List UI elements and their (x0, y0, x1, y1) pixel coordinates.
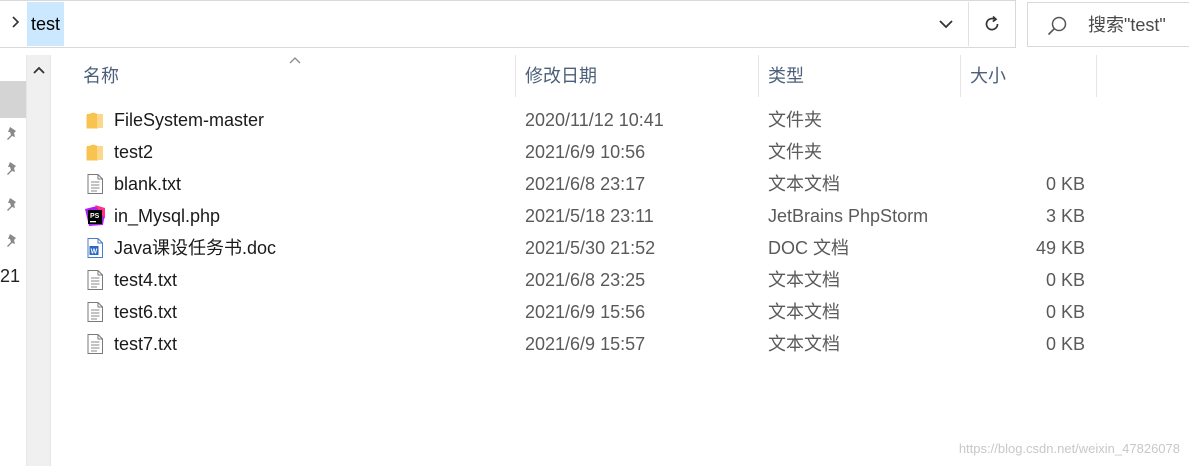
file-size: 0 KB (1045, 174, 1085, 194)
pin-icon (7, 162, 16, 175)
file-size: 3 KB (1045, 206, 1085, 226)
refresh-button[interactable] (968, 2, 1014, 46)
file-modified-date: 2021/6/8 23:25 (525, 270, 646, 290)
file-list: FileSystem-master 2020/11/12 10:41 文件夹 test… (52, 104, 1189, 360)
search-placeholder: 搜索"test" (1088, 15, 1166, 35)
column-header-size[interactable]: 大小 (961, 55, 1097, 97)
text-file-icon (85, 333, 105, 355)
file-modified-date: 2021/5/30 21:52 (525, 238, 656, 258)
folder-icon (85, 141, 105, 163)
chevron-down-icon (939, 20, 953, 29)
file-row[interactable]: test2 2021/6/9 10:56 文件夹 (52, 136, 1189, 168)
search-input[interactable]: 搜索"test" (1027, 2, 1189, 47)
file-name[interactable]: test7.txt (114, 328, 177, 360)
file-size: 49 KB (1035, 238, 1085, 258)
column-header-row: 名称 修改日期 类型 大小 (52, 55, 1189, 97)
column-header-date[interactable]: 修改日期 (516, 55, 759, 97)
navigation-pane[interactable]: 21 (0, 48, 26, 466)
file-type: JetBrains PhpStorm (768, 206, 929, 226)
chevron-up-icon (32, 66, 45, 74)
file-modified-date: 2021/6/9 10:56 (525, 142, 646, 162)
refresh-icon (985, 15, 998, 31)
file-modified-date: 2021/6/9 15:57 (525, 334, 646, 354)
file-row[interactable]: test7.txt 2021/6/9 15:57 文本文档 0 KB (52, 328, 1189, 360)
nav-item-partial-text[interactable]: 21 (0, 266, 20, 287)
file-size: 0 KB (1045, 270, 1085, 290)
file-type: 文本文档 (768, 270, 840, 290)
breadcrumb-chevron-icon[interactable] (6, 14, 24, 34)
svg-text:W: W (91, 249, 98, 256)
file-name[interactable]: Java课设任务书.doc (114, 232, 276, 264)
file-modified-date: 2021/6/9 15:56 (525, 302, 646, 322)
file-name[interactable]: in_Mysql.php (114, 200, 220, 232)
column-header-name[interactable]: 名称 (74, 55, 516, 97)
file-row[interactable]: PS in_Mysql.php 2021/5/18 23:11 JetBrains P… (52, 200, 1189, 232)
file-name[interactable]: test6.txt (114, 296, 177, 328)
phpstorm-icon: PS (85, 205, 105, 227)
file-modified-date: 2021/5/18 23:11 (525, 206, 654, 226)
scroll-up-button[interactable] (27, 55, 50, 85)
file-name[interactable]: FileSystem-master (114, 104, 264, 136)
file-type: 文件夹 (768, 110, 822, 130)
file-size: 0 KB (1045, 302, 1085, 322)
file-row[interactable]: blank.txt 2021/6/8 23:17 文本文档 0 KB (52, 168, 1189, 200)
file-type: 文本文档 (768, 334, 840, 354)
file-size (961, 104, 1085, 136)
text-file-icon (85, 301, 105, 323)
file-row[interactable]: test6.txt 2021/6/9 15:56 文本文档 0 KB (52, 296, 1189, 328)
text-file-icon (85, 173, 105, 195)
file-row[interactable]: test4.txt 2021/6/8 23:25 文本文档 0 KB (52, 264, 1189, 296)
pin-icon (7, 234, 16, 247)
nav-scrollbar[interactable] (26, 55, 51, 466)
search-icon (1047, 16, 1067, 36)
pin-icon (7, 198, 16, 211)
breadcrumb-current-folder[interactable]: test (27, 2, 65, 46)
watermark-text: https://blog.csdn.net/weixin_47826078 (958, 441, 1180, 456)
file-type: 文本文档 (768, 174, 840, 194)
column-header-type[interactable]: 类型 (759, 55, 961, 97)
address-bar[interactable]: test (0, 0, 1016, 48)
folder-icon (85, 109, 105, 131)
pin-icon (7, 127, 16, 140)
file-modified-date: 2021/6/8 23:17 (525, 174, 646, 194)
nav-selected-item[interactable] (0, 81, 26, 118)
file-size (961, 136, 1085, 168)
address-history-dropdown[interactable] (926, 2, 966, 46)
file-name[interactable]: test4.txt (114, 264, 177, 296)
file-name[interactable]: blank.txt (114, 168, 181, 200)
text-file-icon (85, 269, 105, 291)
file-modified-date: 2020/11/12 10:41 (525, 110, 664, 130)
file-row[interactable]: FileSystem-master 2020/11/12 10:41 文件夹 (52, 104, 1189, 136)
file-row[interactable]: W Java课设任务书.doc 2021/5/30 21:52 DOC 文档 49 KB (52, 232, 1189, 264)
file-type: 文件夹 (768, 142, 822, 162)
file-type: DOC 文档 (768, 238, 849, 258)
word-doc-icon: W (85, 237, 105, 259)
file-type: 文本文档 (768, 302, 840, 322)
svg-text:PS: PS (90, 213, 100, 220)
file-name[interactable]: test2 (114, 136, 153, 168)
file-size: 0 KB (1045, 334, 1085, 354)
